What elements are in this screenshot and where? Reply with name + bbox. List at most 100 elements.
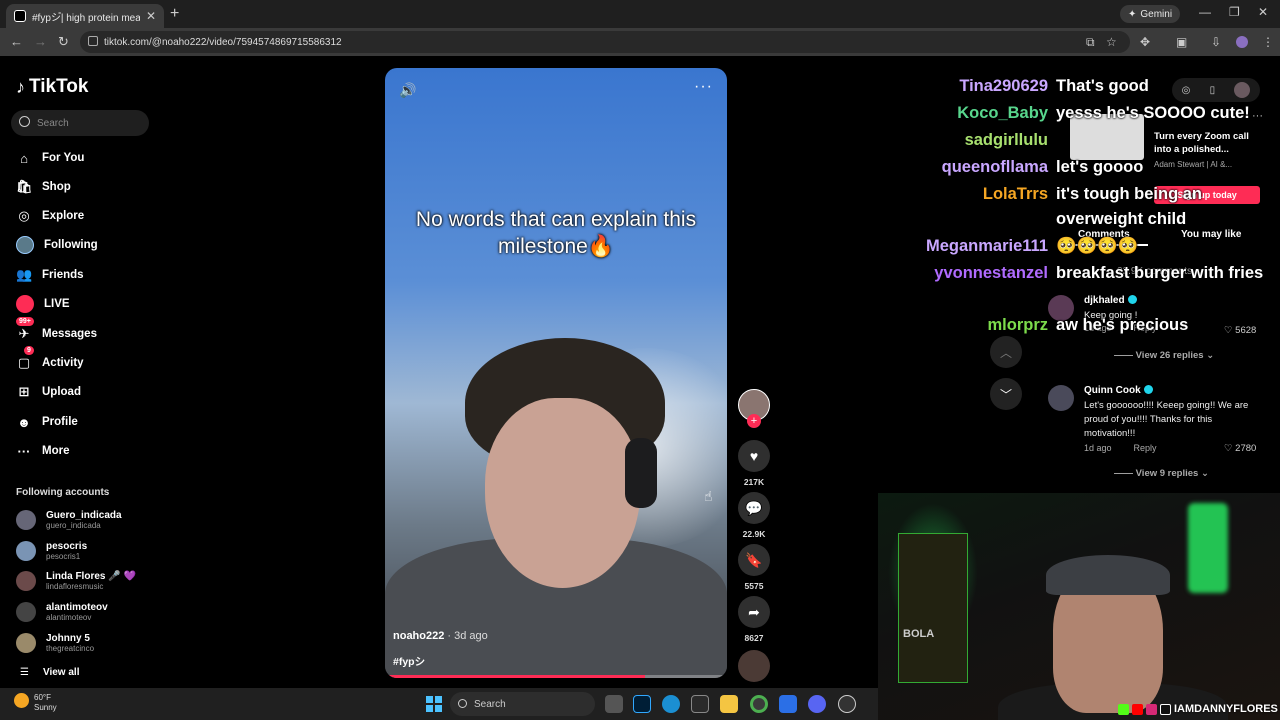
kick-icon (1118, 703, 1129, 715)
like-button[interactable]: ♥ (738, 440, 770, 472)
previous-video-button[interactable]: ︿ (990, 336, 1022, 368)
chevron-up-icon: ︿ (999, 345, 1012, 360)
chat-message: breakfast burger with fries (1056, 264, 1264, 282)
search-icon (458, 699, 467, 708)
following-account[interactable]: Linda Flores 🎤 💜 lindafloresmusic (16, 568, 136, 594)
video-progress-bar[interactable] (385, 675, 727, 678)
nav-friends[interactable]: 👥 Friends (16, 264, 84, 286)
following-account[interactable]: Guero_indicada guero_indicada (16, 507, 122, 533)
account-handle: lindafloresmusic (46, 582, 104, 591)
compass-icon[interactable]: ◎ (1182, 85, 1191, 96)
chat-message: let's goooo (1056, 158, 1144, 176)
ad-title[interactable]: Turn every Zoom call into a polished... (1154, 130, 1264, 156)
nav-live[interactable]: LIVE (16, 293, 70, 315)
nav-profile[interactable]: ☻ Profile (16, 411, 78, 433)
save-button[interactable]: 🔖 (738, 544, 770, 576)
commenter-name[interactable]: djkhaled (1084, 295, 1137, 306)
settings-icon[interactable] (838, 695, 856, 713)
windows-start-icon[interactable] (426, 696, 442, 712)
profile-avatar[interactable] (1236, 36, 1248, 48)
tiktok-logo[interactable]: ♪ TikTok (16, 76, 88, 98)
share-button[interactable]: ➦ (738, 596, 770, 628)
search-input[interactable]: Search (11, 110, 149, 136)
discord-icon[interactable] (808, 695, 826, 713)
extensions-icon[interactable]: ✥ (1140, 35, 1150, 49)
next-video-button[interactable]: ﹀ (990, 378, 1022, 410)
nav-label: Friends (42, 269, 84, 281)
weather-sun-icon[interactable] (14, 693, 29, 708)
ad-more-icon[interactable]: ··· (1252, 110, 1263, 122)
following-account[interactable]: alantimoteov alantimoteov (16, 599, 108, 625)
post-time: · 3d ago (444, 630, 488, 642)
ad-avatar[interactable] (1234, 82, 1251, 98)
task-view-icon[interactable] (605, 695, 623, 713)
forward-arrow-icon[interactable]: → (34, 34, 47, 49)
reply-button[interactable]: Reply (1134, 443, 1157, 453)
chat-username: mlorprz (987, 316, 1048, 334)
view-all-button[interactable]: ☰ View all (20, 667, 79, 678)
address-bar[interactable]: tiktok.com/@noaho222/video/7594574869715… (80, 31, 1130, 53)
menu-dots-icon[interactable]: ⋮ (1262, 35, 1274, 49)
tiktok-favicon-icon (14, 10, 26, 22)
site-info-icon[interactable] (88, 36, 98, 46)
share-count: 8627 (744, 633, 764, 643)
video-author[interactable]: noaho222 · 3d ago (393, 630, 488, 642)
install-app-icon[interactable]: ⧉ (1086, 35, 1095, 50)
avatar[interactable] (1048, 385, 1074, 411)
nav-more[interactable]: ··· More (16, 440, 70, 462)
tab-you-may-like[interactable]: You may like (1181, 229, 1241, 240)
view-replies-button[interactable]: —— View 26 replies ⌄ (1114, 350, 1214, 361)
browser-tab[interactable]: #fypシ゚| high protein meals | TikTok ✕ (6, 4, 164, 28)
comment-like-button[interactable]: ♡ 2780 (1224, 443, 1256, 454)
comment-like-button[interactable]: ♡ 5628 (1224, 325, 1256, 336)
ad-author: Adam Stewart | AI &... (1154, 160, 1233, 169)
new-tab-button[interactable]: + (170, 5, 179, 23)
following-account[interactable]: pesocris pesocris1 (16, 538, 87, 564)
comment-meta: 1d ago Reply (1084, 443, 1157, 453)
photoshop-icon[interactable] (633, 695, 651, 713)
avatar (16, 510, 36, 530)
nav-shop[interactable]: 🛍 Shop (16, 176, 71, 198)
back-arrow-icon[interactable]: ← (10, 34, 23, 49)
downloads-icon[interactable]: ⇩ (1211, 35, 1221, 49)
follow-plus-icon[interactable]: + (747, 414, 761, 428)
minimize-button[interactable]: — (1199, 5, 1211, 19)
volume-icon[interactable]: 🔊 (399, 82, 416, 99)
tab-close-icon[interactable]: ✕ (146, 9, 156, 23)
chat-username: sadgirllulu (964, 131, 1048, 149)
taskbar-search[interactable]: Search (450, 692, 595, 716)
chrome-icon[interactable] (750, 695, 768, 713)
file-explorer-icon[interactable] (720, 695, 738, 713)
comment-button[interactable]: 💬 (738, 492, 770, 524)
store-icon[interactable] (691, 695, 709, 713)
app-icon[interactable] (779, 695, 797, 713)
commenter-name[interactable]: Quinn Cook (1084, 385, 1153, 396)
chat-username: LolaTrrs (982, 185, 1048, 203)
close-window-button[interactable]: ✕ (1258, 5, 1268, 19)
sound-disc-icon[interactable] (738, 650, 770, 682)
nav-label: Activity (42, 357, 84, 369)
nav-activity[interactable]: ▢ 9 Activity (16, 346, 84, 374)
nav-following[interactable]: Following (16, 234, 98, 256)
weather-widget[interactable]: 60°F Sunny (34, 693, 57, 713)
webcam-sign-text: BOLA (903, 628, 935, 640)
edge-icon[interactable] (662, 695, 680, 713)
nav-explore[interactable]: ◎ Explore (16, 205, 84, 227)
bookmark-star-icon[interactable]: ☆ (1106, 35, 1117, 49)
side-panel-icon[interactable]: ▣ (1176, 35, 1187, 49)
nav-upload[interactable]: ⊞ Upload (16, 381, 81, 403)
comment-like-count: 2780 (1235, 443, 1257, 454)
reload-icon[interactable]: ↻ (58, 34, 69, 50)
author-name: noaho222 (393, 630, 445, 642)
phone-icon[interactable]: ▯ (1210, 85, 1216, 96)
nav-messages[interactable]: ✈ 99+ Messages (16, 317, 97, 345)
video-player[interactable]: No words that can explain this milestone… (385, 68, 727, 678)
nav-for-you[interactable]: ⌂ For You (16, 147, 84, 169)
video-hashtag[interactable]: #fypシ (393, 654, 425, 669)
view-all-label: View all (42, 667, 80, 678)
view-replies-button[interactable]: —— View 9 replies ⌄ (1114, 468, 1209, 479)
more-options-icon[interactable]: ··· (694, 78, 713, 96)
maximize-button[interactable]: ❐ (1229, 5, 1240, 19)
gemini-button[interactable]: ✦ Gemini (1120, 5, 1181, 23)
following-account[interactable]: Johnny 5 thegreatcinco (16, 630, 94, 656)
